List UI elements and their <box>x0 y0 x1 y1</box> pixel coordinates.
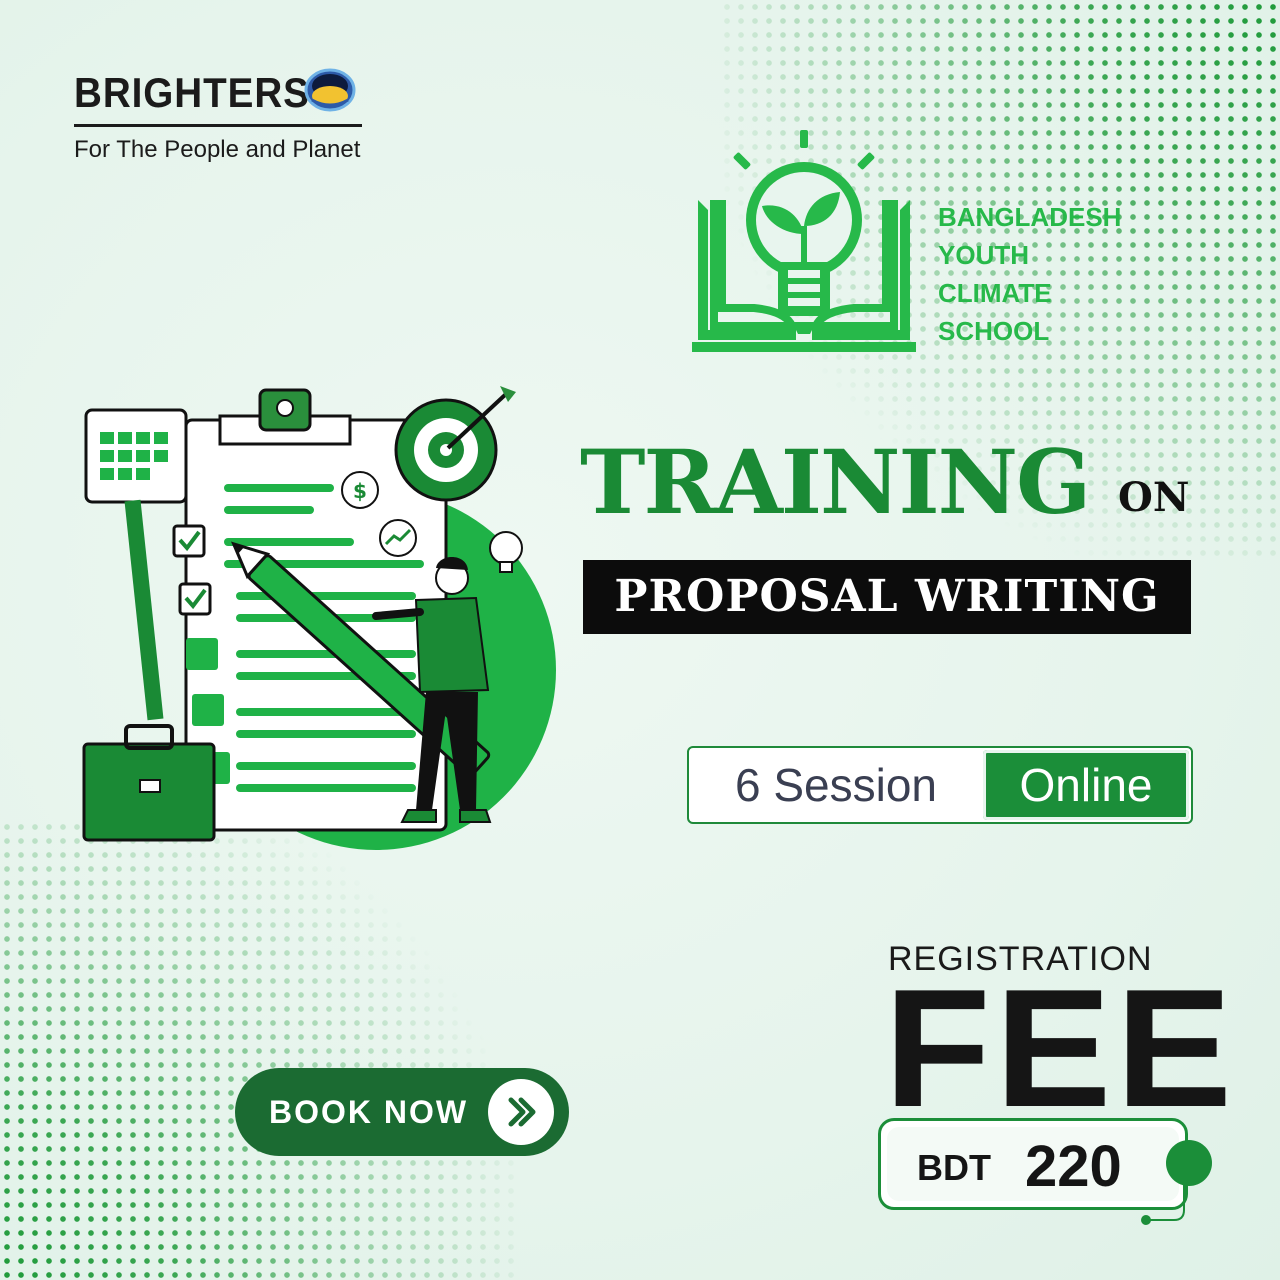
brand-name: BRIGHTERS <box>74 69 310 116</box>
headline-subject-box: PROPOSAL WRITING <box>583 560 1191 634</box>
school-name-line-1: BANGLADESH <box>938 202 1122 232</box>
headline-training: TRAINING <box>580 430 1091 534</box>
dot-pattern-bottom-left <box>0 820 520 1280</box>
fee-currency: BDT <box>917 1147 991 1188</box>
school-name-line-4: SCHOOL <box>938 316 1050 346</box>
checklist-illustration: $ <box>82 386 556 850</box>
session-mode: Online <box>983 750 1189 820</box>
school-name-line-3: CLIMATE <box>938 278 1052 308</box>
brand-tagline: For The People and Planet <box>74 136 361 163</box>
school-name-line-2: YOUTH <box>938 240 1029 270</box>
book-now-label: BOOK NOW <box>269 1094 469 1130</box>
globe-logo-icon <box>304 68 356 112</box>
double-chevron-right-icon <box>508 1097 536 1127</box>
headline-subject: PROPOSAL WRITING <box>614 571 1160 622</box>
fee-heading: FEE <box>884 954 1237 1142</box>
book-now-arrow-circle <box>488 1079 554 1145</box>
session-info-pill: 6 Session Online <box>687 746 1193 824</box>
book-now-button[interactable]: BOOK NOW <box>235 1068 569 1156</box>
fee-accent-dot <box>1166 1140 1212 1186</box>
headline-connector: ON <box>1118 474 1190 521</box>
brand-divider <box>74 124 362 127</box>
lightbulb-book-icon <box>692 130 916 352</box>
svg-text:$: $ <box>353 479 367 503</box>
poster: BRIGHTERS For The People and Planet BANG… <box>0 0 1280 1280</box>
session-count: 6 Session <box>734 759 937 811</box>
brand-block: BRIGHTERS For The People and Planet <box>74 66 362 163</box>
fee-accent-line <box>1141 1184 1185 1225</box>
school-name: BANGLADESH YOUTH CLIMATE SCHOOL <box>938 198 1121 350</box>
fee-amount: 220 <box>1025 1134 1122 1199</box>
